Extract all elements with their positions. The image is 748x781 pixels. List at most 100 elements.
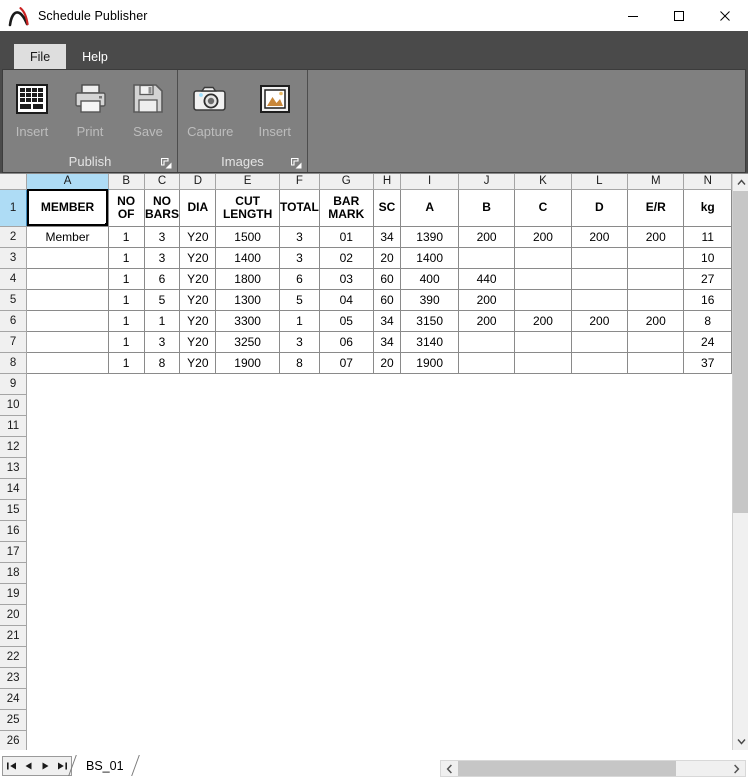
row-header-3[interactable]: 3	[0, 247, 28, 269]
cell-a12[interactable]	[26, 436, 109, 457]
cell-d6[interactable]: Y20	[179, 310, 217, 332]
cell-n18[interactable]	[683, 562, 732, 583]
cell-n17[interactable]	[683, 541, 732, 562]
cell-h9[interactable]	[373, 373, 401, 394]
cell-h5[interactable]: 60	[373, 289, 402, 311]
column-header-i[interactable]: I	[400, 174, 459, 190]
cell-k2[interactable]: 200	[514, 226, 572, 248]
cell-j9[interactable]	[458, 373, 515, 394]
cell-e16[interactable]	[215, 520, 280, 541]
cell-l7[interactable]	[571, 331, 629, 353]
cell-d19[interactable]	[179, 583, 216, 604]
row-header-21[interactable]: 21	[0, 625, 28, 647]
cell-h25[interactable]	[373, 709, 401, 730]
cell-j18[interactable]	[458, 562, 515, 583]
cell-a7[interactable]	[26, 331, 109, 353]
row-header-6[interactable]: 6	[0, 310, 28, 332]
cell-c8[interactable]: 8	[144, 352, 181, 374]
cell-d15[interactable]	[179, 499, 216, 520]
cell-g6[interactable]: 05	[319, 310, 374, 332]
cell-g2[interactable]: 01	[319, 226, 374, 248]
horizontal-scroll-track[interactable]	[458, 761, 728, 776]
cell-e21[interactable]	[215, 625, 280, 646]
cell-h18[interactable]	[373, 562, 401, 583]
cell-j5[interactable]: 200	[458, 289, 516, 311]
cell-k12[interactable]	[514, 436, 572, 457]
cell-e12[interactable]	[215, 436, 280, 457]
header-cell-d[interactable]: DIA	[179, 189, 217, 227]
cell-l15[interactable]	[571, 499, 628, 520]
cell-d2[interactable]: Y20	[179, 226, 217, 248]
prev-sheet-button[interactable]	[20, 757, 37, 775]
cell-e7[interactable]: 3250	[215, 331, 280, 353]
cell-g16[interactable]	[319, 520, 374, 541]
cell-c22[interactable]	[144, 646, 180, 667]
scroll-left-button[interactable]	[441, 761, 458, 776]
cell-k26[interactable]	[514, 730, 572, 750]
cell-f14[interactable]	[279, 478, 320, 499]
cell-i19[interactable]	[400, 583, 459, 604]
cell-c7[interactable]: 3	[144, 331, 181, 353]
cell-a13[interactable]	[26, 457, 109, 478]
cell-d12[interactable]	[179, 436, 216, 457]
cell-d26[interactable]	[179, 730, 216, 750]
cell-i23[interactable]	[400, 667, 459, 688]
cell-d9[interactable]	[179, 373, 216, 394]
cell-k19[interactable]	[514, 583, 572, 604]
cell-m15[interactable]	[627, 499, 684, 520]
cell-g23[interactable]	[319, 667, 374, 688]
row-header-18[interactable]: 18	[0, 562, 28, 584]
first-sheet-button[interactable]	[3, 757, 20, 775]
cell-l24[interactable]	[571, 688, 628, 709]
cell-l14[interactable]	[571, 478, 628, 499]
cell-a20[interactable]	[26, 604, 109, 625]
cell-n21[interactable]	[683, 625, 732, 646]
cell-f15[interactable]	[279, 499, 320, 520]
cell-a18[interactable]	[26, 562, 109, 583]
cell-n7[interactable]: 24	[683, 331, 732, 353]
cell-k13[interactable]	[514, 457, 572, 478]
header-cell-f[interactable]: TOTAL	[279, 189, 320, 227]
cell-a16[interactable]	[26, 520, 109, 541]
cell-a25[interactable]	[26, 709, 109, 730]
cell-f12[interactable]	[279, 436, 320, 457]
cell-m20[interactable]	[627, 604, 684, 625]
cell-a8[interactable]	[26, 352, 109, 374]
cell-n9[interactable]	[683, 373, 732, 394]
cell-i16[interactable]	[400, 520, 459, 541]
header-cell-k[interactable]: C	[514, 189, 572, 227]
cell-f22[interactable]	[279, 646, 320, 667]
sheet-tab-bs01[interactable]: BS_01	[72, 755, 136, 776]
cell-i10[interactable]	[400, 394, 459, 415]
cell-f6[interactable]: 1	[279, 310, 320, 332]
cell-m14[interactable]	[627, 478, 684, 499]
cell-c15[interactable]	[144, 499, 180, 520]
cell-m22[interactable]	[627, 646, 684, 667]
cell-c19[interactable]	[144, 583, 180, 604]
cell-m19[interactable]	[627, 583, 684, 604]
cell-k18[interactable]	[514, 562, 572, 583]
cell-d14[interactable]	[179, 478, 216, 499]
cell-c2[interactable]: 3	[144, 226, 181, 248]
cell-l25[interactable]	[571, 709, 628, 730]
cell-e24[interactable]	[215, 688, 280, 709]
cell-a6[interactable]	[26, 310, 109, 332]
cell-c11[interactable]	[144, 415, 180, 436]
column-header-f[interactable]: F	[279, 174, 320, 190]
cell-c24[interactable]	[144, 688, 180, 709]
cell-f20[interactable]	[279, 604, 320, 625]
cell-n23[interactable]	[683, 667, 732, 688]
cell-b7[interactable]: 1	[108, 331, 145, 353]
cell-d10[interactable]	[179, 394, 216, 415]
cell-d16[interactable]	[179, 520, 216, 541]
cell-i20[interactable]	[400, 604, 459, 625]
cell-k5[interactable]	[514, 289, 572, 311]
cell-m2[interactable]: 200	[627, 226, 685, 248]
save-button[interactable]: Save	[119, 76, 177, 139]
cell-l20[interactable]	[571, 604, 628, 625]
cell-k4[interactable]	[514, 268, 572, 290]
row-header-15[interactable]: 15	[0, 499, 28, 521]
cell-n25[interactable]	[683, 709, 732, 730]
row-header-5[interactable]: 5	[0, 289, 28, 311]
row-header-26[interactable]: 26	[0, 730, 28, 750]
